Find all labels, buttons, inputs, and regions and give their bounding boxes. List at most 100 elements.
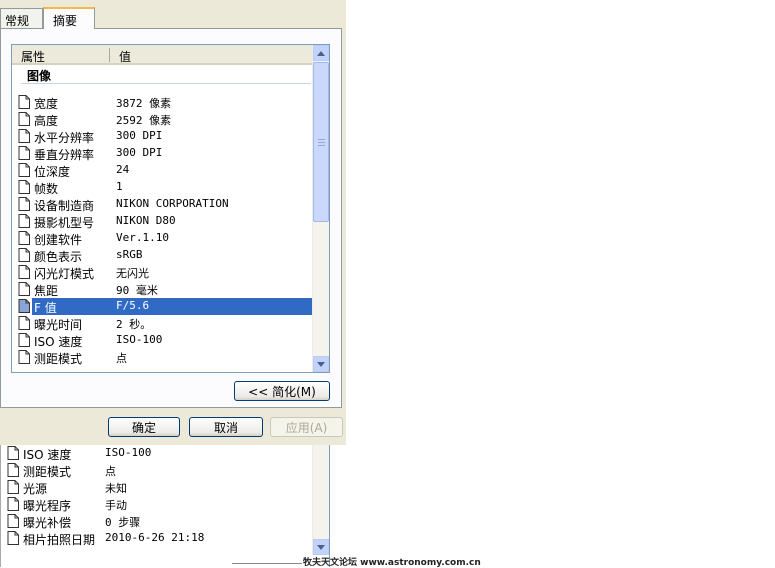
background-scroll-down-button[interactable] <box>313 539 329 555</box>
ok-button[interactable]: 确定 <box>108 417 180 437</box>
document-icon <box>7 446 19 460</box>
properties-dialog: 常规 摘要 属性 值 图像 宽度 3872 像素 高度 2592 像素水平分辨率 300… <box>0 0 346 445</box>
property-value: 1 <box>116 180 123 193</box>
document-icon <box>18 180 30 194</box>
list-row[interactable]: F 值 F/5.6 <box>12 298 313 315</box>
apply-button[interactable]: 应用(A) <box>270 417 343 437</box>
property-name: 水平分辨率 <box>34 131 95 145</box>
document-icon <box>18 163 30 177</box>
selection-highlight <box>32 298 313 315</box>
vertical-scrollbar[interactable] <box>312 45 329 372</box>
property-value: Ver.1.10 <box>116 231 169 244</box>
scroll-thumb[interactable] <box>313 62 329 222</box>
document-icon <box>7 514 19 528</box>
list-row[interactable]: 帧数 1 <box>12 179 313 196</box>
property-name: ISO 速度 <box>34 335 83 349</box>
background-properties-list[interactable]: ISO 速度 ISO-100 测距模式 点光源 未知曝光程序 手动 曝光补偿 0 步骤 相片拍照… <box>0 445 330 567</box>
property-name: 曝光时间 <box>34 318 83 332</box>
list-row[interactable]: 设备制造商 NIKON CORPORATION <box>12 196 313 213</box>
list-row[interactable]: 垂直分辨率 300 DPI <box>12 145 313 162</box>
list-row[interactable]: 曝光时间 2 秒。 <box>12 315 313 332</box>
simplify-button[interactable]: << 简化(M) <box>234 381 330 401</box>
property-name: 曝光补偿 <box>23 516 72 530</box>
list-row[interactable]: 创建软件 Ver.1.10 <box>12 230 313 247</box>
property-value: NIKON D80 <box>116 214 176 227</box>
group-divider <box>21 83 311 84</box>
list-row[interactable]: 高度 2592 像素 <box>12 111 313 128</box>
list-row[interactable]: 闪光灯模式 无闪光 <box>12 264 313 281</box>
list-row[interactable]: ISO 速度 ISO-100 <box>12 332 313 349</box>
document-icon <box>18 316 30 330</box>
background-property-rows: ISO 速度 ISO-100 测距模式 点光源 未知曝光程序 手动 曝光补偿 0 步骤 相片拍照… <box>1 445 302 547</box>
list-row[interactable]: 宽度 3872 像素 <box>12 94 313 111</box>
property-value: 手动 <box>105 499 127 512</box>
property-value: ISO-100 <box>105 446 152 459</box>
document-icon <box>18 299 30 313</box>
property-value: ISO-100 <box>116 333 163 346</box>
property-value: NIKON CORPORATION <box>116 197 229 210</box>
list-header: 属性 值 <box>12 45 313 65</box>
document-icon <box>18 112 30 126</box>
property-value: 未知 <box>105 482 127 495</box>
property-name: 光源 <box>23 482 48 496</box>
document-icon <box>18 197 30 211</box>
scroll-up-button[interactable] <box>313 45 329 61</box>
document-icon <box>18 248 30 262</box>
property-name: 摄影机型号 <box>34 216 95 230</box>
document-icon <box>7 463 19 477</box>
properties-list[interactable]: 属性 值 图像 宽度 3872 像素 高度 2592 像素 水平分辨率 300 DPI 垂直… <box>11 44 330 373</box>
arrow-up-icon <box>317 50 325 56</box>
property-value: 24 <box>116 163 130 176</box>
document-icon <box>18 146 30 160</box>
list-row[interactable]: 曝光补偿 0 步骤 <box>1 513 302 530</box>
property-value: 300 DPI <box>116 146 163 159</box>
document-icon <box>18 282 30 296</box>
property-value: 无闪光 <box>116 267 149 280</box>
property-name: 测距模式 <box>34 352 83 366</box>
document-icon <box>18 129 30 143</box>
list-row[interactable]: 曝光程序 手动 <box>1 496 302 513</box>
group-header: 图像 <box>12 65 313 85</box>
list-row[interactable]: ISO 速度 ISO-100 <box>1 445 302 462</box>
property-name: 颜色表示 <box>34 250 83 264</box>
property-name: 创建软件 <box>34 233 83 247</box>
property-value: 300 DPI <box>116 129 163 142</box>
property-name: 闪光灯模式 <box>34 267 95 281</box>
list-row[interactable]: 光源 未知 <box>1 479 302 496</box>
list-row[interactable]: 测距模式 点 <box>12 349 313 366</box>
tab-strip: 常规 摘要 <box>0 0 346 29</box>
column-divider[interactable] <box>109 48 110 62</box>
list-row[interactable]: 水平分辨率 300 DPI <box>12 128 313 145</box>
list-row[interactable]: 焦距 90 毫米 <box>12 281 313 298</box>
list-row[interactable]: 颜色表示 sRGB <box>12 247 313 264</box>
property-value: 2010-6-26 21:18 <box>105 531 205 544</box>
property-name: 帧数 <box>34 182 59 196</box>
tab-general[interactable]: 常规 <box>0 8 43 28</box>
document-icon <box>18 265 30 279</box>
document-icon <box>18 231 30 245</box>
tab-summary[interactable]: 摘要 <box>43 7 95 29</box>
arrow-down-icon <box>317 361 325 367</box>
list-row[interactable]: 相片拍照日期 2010-6-26 21:18 <box>1 530 302 547</box>
column-header-property[interactable]: 属性 <box>21 48 45 65</box>
property-value: 点 <box>105 465 116 478</box>
document-icon <box>18 333 30 347</box>
document-icon <box>18 214 30 228</box>
arrow-down-icon <box>317 544 325 550</box>
property-name: 位深度 <box>34 165 71 179</box>
property-name: 曝光程序 <box>23 499 72 513</box>
group-title: 图像 <box>27 69 52 83</box>
property-value: F/5.6 <box>116 299 150 312</box>
background-vertical-scrollbar[interactable] <box>312 445 329 555</box>
list-row[interactable]: 摄影机型号 NIKON D80 <box>12 213 313 230</box>
list-row[interactable]: 位深度 24 <box>12 162 313 179</box>
list-row[interactable]: 测距模式 点 <box>1 462 302 479</box>
scroll-down-button[interactable] <box>313 356 329 372</box>
cancel-button[interactable]: 取消 <box>189 417 263 437</box>
document-icon <box>7 480 19 494</box>
column-header-value[interactable]: 值 <box>119 48 131 65</box>
property-name: 设备制造商 <box>34 199 95 213</box>
property-name: ISO 速度 <box>23 448 72 462</box>
watermark: 牧夫天文论坛 www.astronomy.com.cn <box>303 558 481 568</box>
property-value: sRGB <box>116 248 143 261</box>
